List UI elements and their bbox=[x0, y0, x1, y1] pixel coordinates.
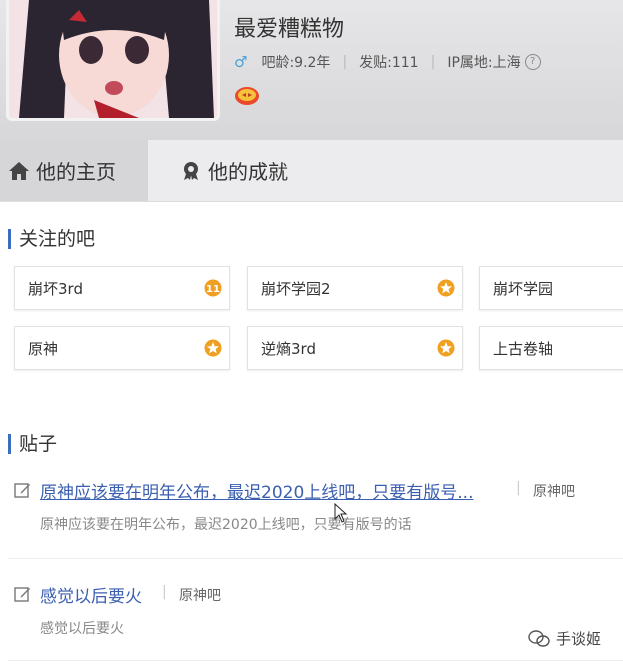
badge-icon[interactable] bbox=[234, 84, 260, 106]
divider: | bbox=[342, 54, 348, 70]
tab-achievements-label: 他的成就 bbox=[208, 160, 288, 184]
followed-bar-card[interactable]: 崩坏学园 bbox=[479, 266, 623, 310]
help-icon[interactable]: ? bbox=[524, 54, 541, 70]
profile-header: 最爱糟糕物 ♂ 吧龄:9.2年 | 发贴:111 | IP属地:上海 ? bbox=[0, 0, 623, 140]
profile-meta: ♂ 吧龄:9.2年 | 发贴:111 | IP属地:上海 ? bbox=[234, 52, 541, 72]
divider: | bbox=[516, 480, 521, 496]
post-forum-link[interactable]: 原神吧 bbox=[533, 481, 575, 501]
followed-bar-card[interactable]: 原神 bbox=[14, 326, 230, 370]
post-snippet: 原神应该要在明年公布，最迟2020上线吧，只要有版号的话 bbox=[40, 517, 412, 533]
followed-bar-card[interactable]: 上古卷轴 bbox=[479, 326, 623, 370]
avatar[interactable] bbox=[6, 0, 220, 121]
bar-name: 崩坏3rd bbox=[28, 279, 83, 298]
post-divider bbox=[8, 660, 623, 661]
watermark-label: 手谈姬 bbox=[556, 630, 602, 648]
post-forum-link[interactable]: 原神吧 bbox=[179, 585, 221, 605]
bar-name: 崩坏学园2 bbox=[261, 279, 331, 298]
bar-name: 上古卷轴 bbox=[493, 339, 554, 358]
posts-section-title: 贴子 bbox=[8, 434, 57, 454]
avatar-image bbox=[9, 0, 217, 118]
star-badge-icon bbox=[437, 279, 455, 297]
star-badge-icon bbox=[204, 339, 222, 357]
followed-section-title: 关注的吧 bbox=[8, 229, 95, 249]
wechat-icon bbox=[528, 629, 550, 647]
divider: | bbox=[430, 54, 436, 70]
username: 最爱糟糕物 bbox=[234, 17, 345, 42]
tab-home[interactable]: 他的主页 bbox=[0, 140, 148, 201]
post-title-link[interactable]: 原神应该要在明年公布，最迟2020上线吧，只要有版号... bbox=[40, 478, 473, 503]
edit-icon bbox=[14, 483, 30, 498]
home-icon bbox=[9, 161, 29, 180]
post-divider bbox=[8, 558, 623, 559]
post-title-link[interactable]: 感觉以后要火 bbox=[40, 582, 142, 607]
male-gender-icon: ♂ bbox=[234, 53, 248, 71]
level-badge-text: 11 bbox=[206, 284, 220, 295]
bar-name: 原神 bbox=[28, 339, 59, 358]
divider: | bbox=[162, 584, 167, 600]
tab-home-label: 他的主页 bbox=[36, 160, 116, 184]
star-badge-icon bbox=[437, 339, 455, 357]
followed-bar-card[interactable]: 崩坏学园2 bbox=[247, 266, 463, 310]
trophy-icon bbox=[184, 161, 198, 180]
edit-icon bbox=[14, 587, 30, 602]
watermark: 手谈姬 bbox=[528, 628, 601, 649]
mouse-cursor-icon bbox=[334, 503, 348, 523]
tab-bar: 他的主页 他的成就 bbox=[0, 140, 623, 202]
bar-name: 崩坏学园 bbox=[493, 279, 554, 298]
bar-name: 逆熵3rd bbox=[261, 339, 316, 358]
level-badge-icon: 11 bbox=[204, 279, 222, 297]
tab-achievements[interactable]: 他的成就 bbox=[172, 140, 288, 201]
post-snippet: 感觉以后要火 bbox=[40, 621, 124, 637]
post-count: 发贴:111 bbox=[359, 55, 419, 71]
followed-bar-card[interactable]: 逆熵3rd bbox=[247, 326, 463, 370]
bar-age: 吧龄:9.2年 bbox=[261, 55, 331, 71]
followed-bar-card[interactable]: 崩坏3rd 11 bbox=[14, 266, 230, 310]
ip-location: IP属地:上海 bbox=[447, 55, 521, 71]
